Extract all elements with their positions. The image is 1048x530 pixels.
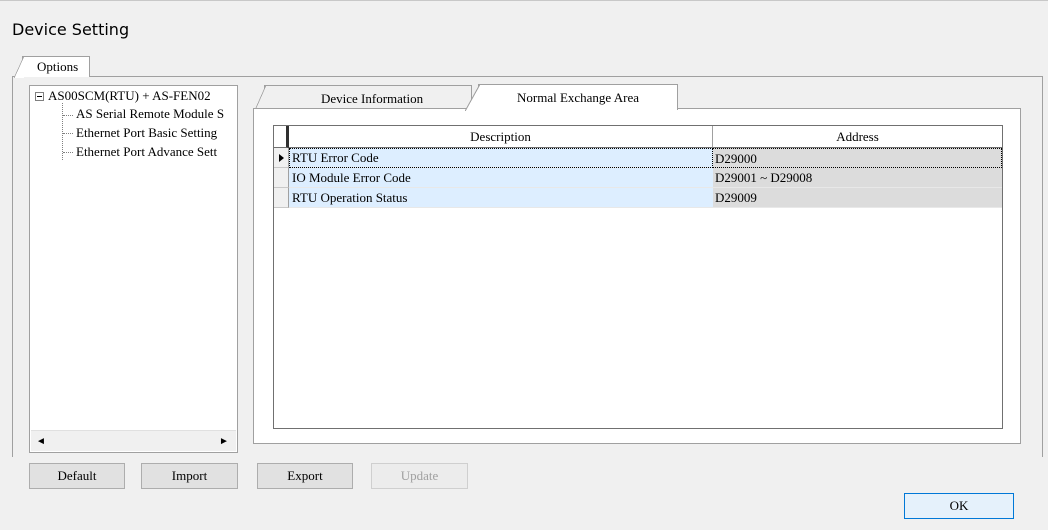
exchange-area-grid[interactable]: Description Address RTU Error Code D2900… bbox=[273, 125, 1003, 429]
row-selector[interactable] bbox=[274, 148, 289, 168]
scroll-left-icon[interactable]: ◄ bbox=[31, 431, 51, 451]
tree-item-ethernet-advance[interactable]: Ethernet Port Advance Sett bbox=[76, 144, 217, 160]
tab-normal-exchange-area[interactable]: Normal Exchange Area bbox=[465, 84, 678, 111]
ok-button[interactable]: OK bbox=[904, 493, 1014, 519]
cell-description[interactable]: RTU Operation Status bbox=[289, 188, 713, 208]
scroll-right-icon[interactable]: ► bbox=[214, 431, 234, 451]
tab-normal-exchange-area-label: Normal Exchange Area bbox=[516, 90, 639, 105]
window-title: Device Setting bbox=[12, 20, 130, 39]
tab-options[interactable]: Options bbox=[14, 56, 90, 78]
tree-item-ethernet-basic[interactable]: Ethernet Port Basic Setting bbox=[76, 125, 217, 141]
tree-connector bbox=[63, 133, 73, 134]
table-row[interactable]: RTU Error Code D29000 bbox=[274, 148, 1002, 168]
default-button[interactable]: Default bbox=[29, 463, 125, 489]
tab-device-information[interactable]: Device Information bbox=[255, 85, 472, 110]
tree-item-serial-remote[interactable]: AS Serial Remote Module S bbox=[76, 106, 224, 122]
row-selector[interactable] bbox=[274, 168, 289, 188]
grid-corner-header bbox=[274, 126, 289, 148]
table-row[interactable]: RTU Operation Status D29009 bbox=[274, 188, 1002, 208]
current-row-arrow-icon bbox=[279, 154, 284, 162]
horizontal-scrollbar[interactable]: ◄ ► bbox=[31, 430, 236, 451]
tree-connector bbox=[63, 115, 73, 116]
import-button[interactable]: Import bbox=[141, 463, 238, 489]
cell-address[interactable]: D29001 ~ D29008 bbox=[713, 168, 1002, 188]
tab-device-information-label: Device Information bbox=[321, 91, 424, 106]
tree-connector bbox=[63, 152, 73, 153]
device-tree[interactable]: AS00SCM(RTU) + AS-FEN02 AS Serial Remote… bbox=[29, 85, 238, 453]
window-top-border bbox=[0, 0, 1048, 1]
cell-address[interactable]: D29009 bbox=[713, 188, 1002, 208]
cell-description[interactable]: IO Module Error Code bbox=[289, 168, 713, 188]
cell-address[interactable]: D29000 bbox=[713, 148, 1002, 168]
update-button: Update bbox=[371, 463, 468, 489]
row-selector[interactable] bbox=[274, 188, 289, 208]
export-button[interactable]: Export bbox=[257, 463, 353, 489]
column-header-description[interactable]: Description bbox=[289, 126, 713, 148]
collapse-icon[interactable] bbox=[35, 92, 44, 101]
cell-description[interactable]: RTU Error Code bbox=[289, 148, 713, 168]
table-row[interactable]: IO Module Error Code D29001 ~ D29008 bbox=[274, 168, 1002, 188]
tab-options-label: Options bbox=[37, 59, 79, 74]
column-header-address[interactable]: Address bbox=[713, 126, 1002, 148]
tree-root-node[interactable]: AS00SCM(RTU) + AS-FEN02 bbox=[48, 88, 211, 104]
